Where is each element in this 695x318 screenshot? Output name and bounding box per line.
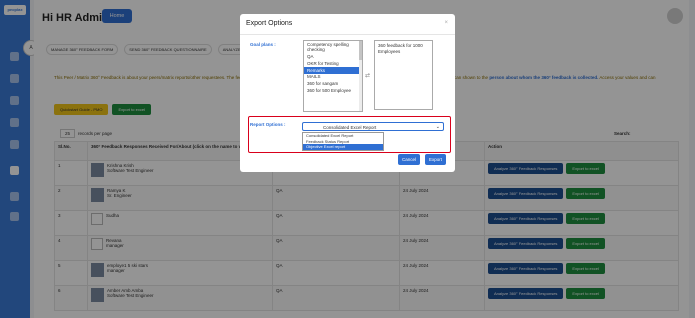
- report-options-select[interactable]: Consolidated Excel Report ⌄: [302, 122, 444, 131]
- report-options-value: Consolidated Excel Report: [323, 125, 377, 130]
- export-options-modal: Export Options × Goal plans : Competency…: [240, 14, 455, 172]
- report-option[interactable]: Objective Excel report: [303, 144, 383, 150]
- goal-list-scrollbar[interactable]: [359, 41, 362, 111]
- goal-plans-label: Goal plans :: [250, 42, 276, 47]
- goal-plan-option[interactable]: OKR for Testing: [304, 60, 362, 67]
- chevron-down-icon: ⌄: [435, 124, 440, 130]
- selected-plans-list[interactable]: 360 feedback for 1000 Employees: [374, 40, 433, 110]
- selected-plan-item[interactable]: 360 feedback for 1000 Employees: [378, 43, 429, 55]
- goal-list-scroll-thumb[interactable]: [359, 41, 362, 61]
- report-options-dropdown: Consolidated Excel Report Feedback Status…: [302, 132, 384, 151]
- close-icon[interactable]: ×: [444, 20, 448, 26]
- report-options-label: Report Options :: [250, 122, 286, 127]
- goal-plans-list[interactable]: Competency spelling checking QA OKR for Te…: [303, 40, 363, 112]
- export-button[interactable]: Export: [425, 154, 447, 165]
- goal-plan-option[interactable]: 360 for sangam: [304, 81, 362, 88]
- goal-plan-option[interactable]: 360 for 500 Employee: [304, 87, 362, 94]
- goal-plan-option[interactable]: QA: [304, 53, 362, 60]
- goal-plan-option[interactable]: MAILS: [304, 74, 362, 81]
- goal-plan-option[interactable]: Competency spelling checking: [304, 41, 362, 53]
- modal-title: Export Options: [246, 20, 293, 27]
- cancel-button[interactable]: Cancel: [398, 154, 421, 165]
- modal-header: Export Options ×: [240, 14, 455, 35]
- goal-plan-option[interactable]: Remarks: [304, 66, 362, 74]
- transfer-arrow-icon[interactable]: ⇄: [365, 72, 370, 79]
